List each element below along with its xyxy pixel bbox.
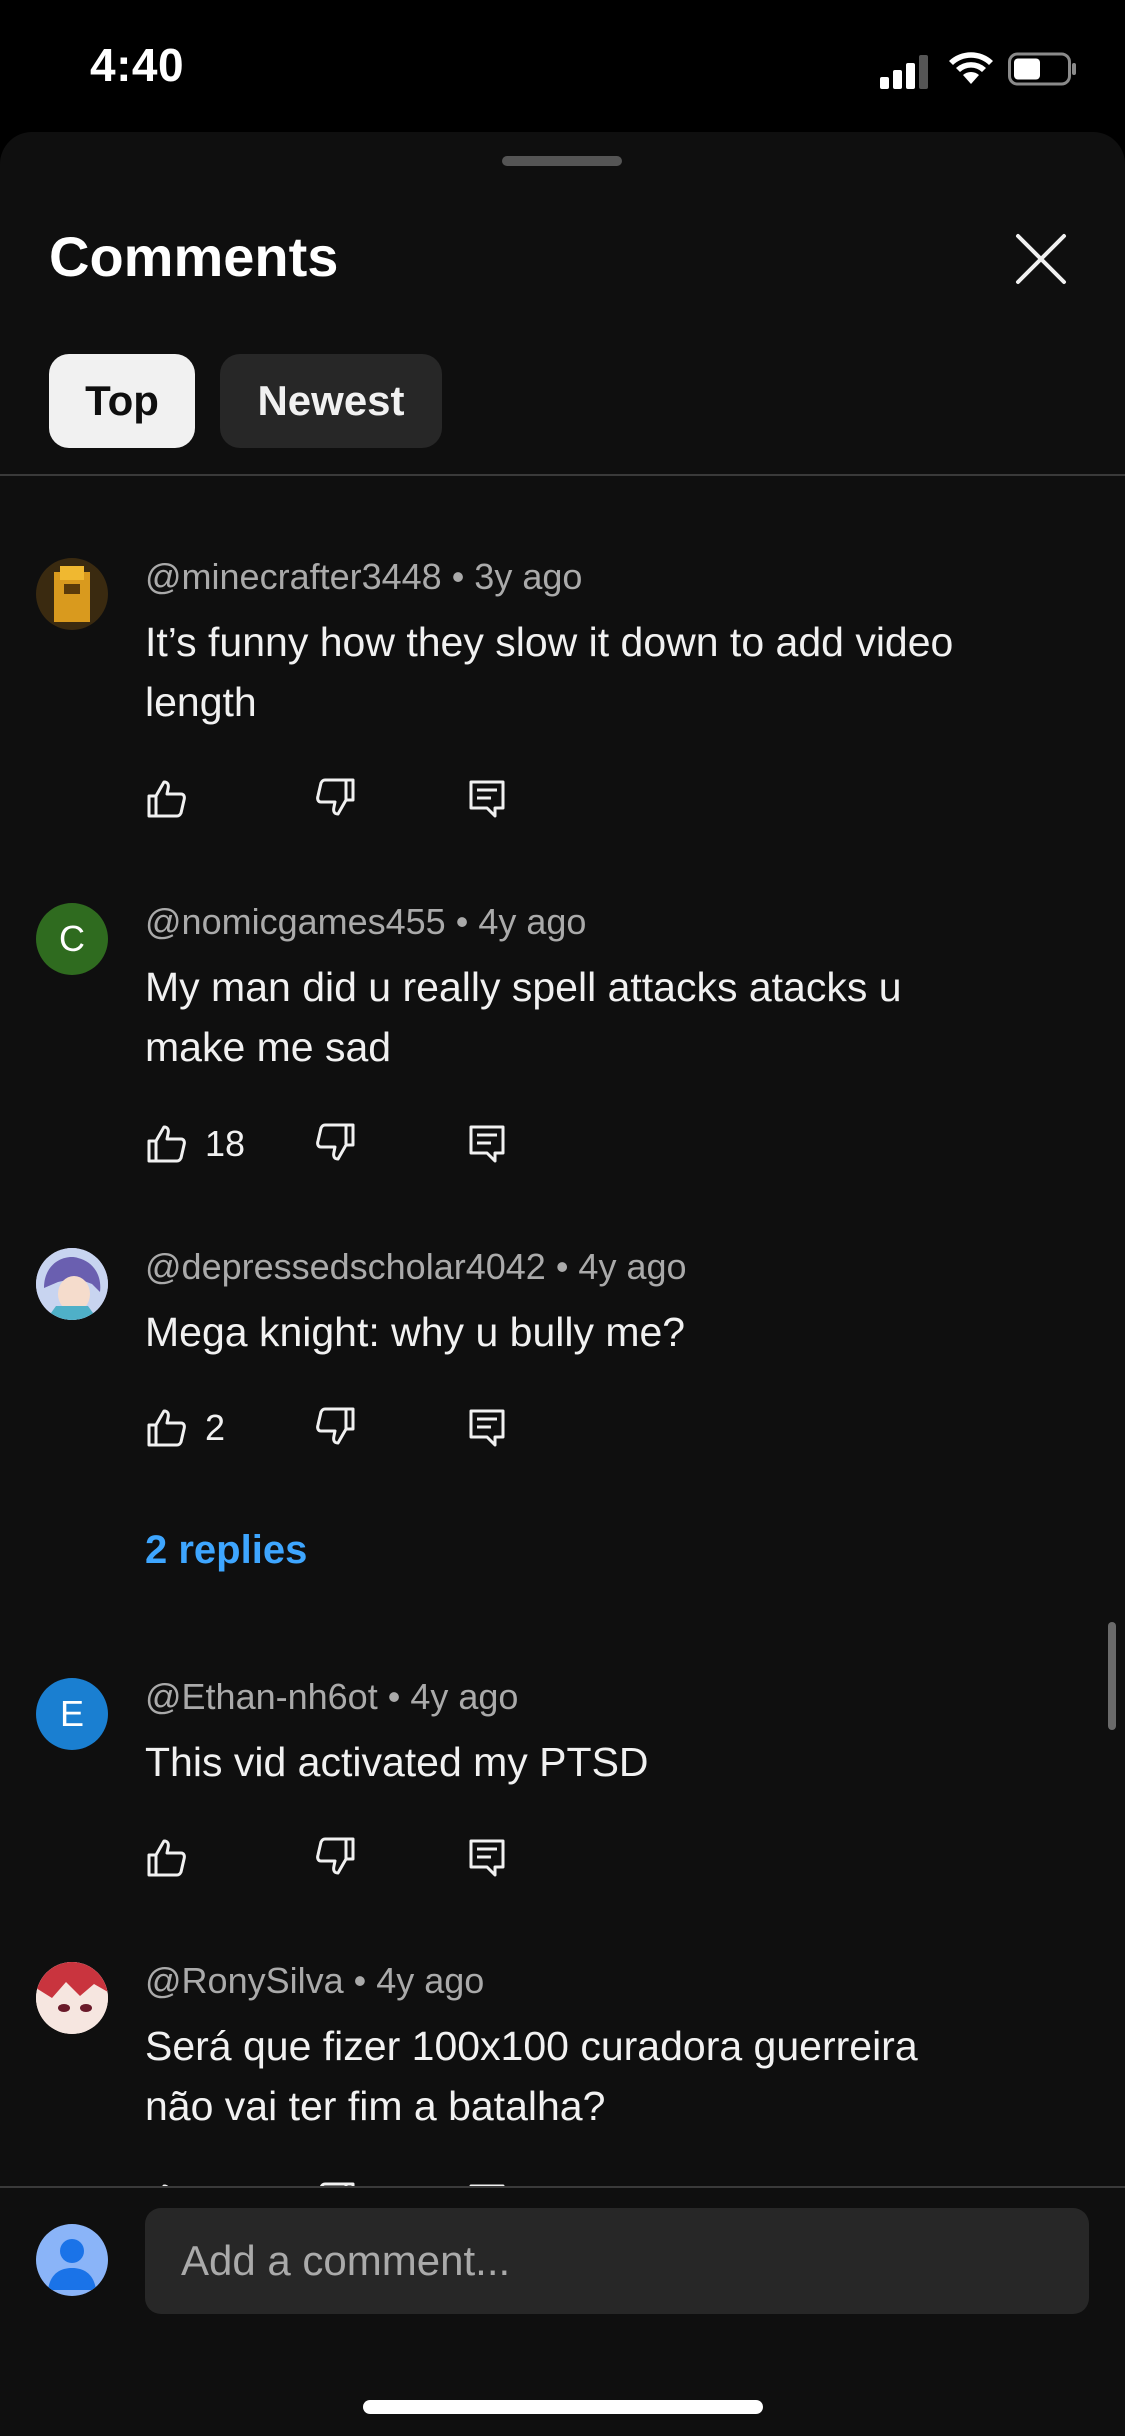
reply-icon[interactable] xyxy=(465,1835,509,1879)
comment-text-line: Mega knight: why u bully me? xyxy=(145,1309,686,1355)
comment-time: 4y ago xyxy=(578,1246,687,1287)
comment-text: This vid activated my PTSD xyxy=(145,1732,1045,1792)
close-icon[interactable] xyxy=(1006,224,1076,294)
add-comment-input[interactable]: Add a comment... xyxy=(145,2208,1089,2314)
comment-author[interactable]: @nomicgames455 xyxy=(145,901,446,942)
user-avatar-icon xyxy=(36,2224,108,2296)
scrollbar[interactable] xyxy=(1108,1622,1116,1730)
thumbs-down-icon[interactable] xyxy=(313,1835,357,1879)
comment-composer: Add a comment... xyxy=(0,2186,1125,2436)
status-bar: 4:40 xyxy=(0,0,1125,130)
avatar[interactable]: E xyxy=(36,1678,108,1750)
comment-text: It’s funny how they slow it down to add … xyxy=(145,612,1045,732)
status-time: 4:40 xyxy=(90,39,185,91)
thumbs-down-icon[interactable] xyxy=(313,1405,357,1449)
like-count: 2 xyxy=(205,1407,226,1448)
comment-text: Será que fizer 100x100 curadora guerreir… xyxy=(145,2016,1045,2136)
comment-author[interactable]: @minecrafter3448 xyxy=(145,556,442,597)
comment-text-line: It’s funny how they slow it down to add … xyxy=(145,619,954,665)
comments-sheet: Comments Top Newest @minecrafter3448 • 3y … xyxy=(0,132,1125,2436)
thumbs-up-icon[interactable] xyxy=(145,1121,189,1165)
thumbs-up-icon[interactable] xyxy=(145,1405,189,1449)
comment-meta: @Ethan-nh6ot • 4y ago xyxy=(145,1676,519,1717)
comment-actions xyxy=(145,1835,545,1895)
header-divider xyxy=(0,474,1125,476)
wifi-icon xyxy=(949,52,993,84)
reply-icon[interactable] xyxy=(465,1121,509,1165)
like-count: 18 xyxy=(205,1123,246,1164)
comment-text-line: não vai ter fim a batalha? xyxy=(145,2083,606,2129)
comment-text-line: My man did u really spell attacks atacks… xyxy=(145,964,902,1010)
cellular-signal-icon xyxy=(880,55,932,89)
view-replies-link[interactable]: 2 replies xyxy=(145,1528,307,1573)
avatar[interactable]: C xyxy=(36,903,108,975)
composer-divider xyxy=(0,2186,1125,2188)
comment-time: 4y ago xyxy=(376,1960,485,2001)
thumbs-up-icon[interactable] xyxy=(145,776,189,820)
comment-actions: 18 xyxy=(145,1121,545,1181)
comment-actions xyxy=(145,776,545,836)
comment-text-line: length xyxy=(145,679,257,725)
comment-author[interactable]: @Ethan-nh6ot xyxy=(145,1676,378,1717)
reply-icon[interactable] xyxy=(465,776,509,820)
comment-author[interactable]: @depressedscholar4042 xyxy=(145,1246,546,1287)
thumbs-up-icon[interactable] xyxy=(145,1835,189,1879)
chip-top[interactable]: Top xyxy=(49,354,195,448)
comment-time: 4y ago xyxy=(410,1676,519,1717)
comment-time: 4y ago xyxy=(478,901,587,942)
comment-text-line: make me sad xyxy=(145,1024,392,1070)
comment-author[interactable]: @RonySilva xyxy=(145,1960,344,2001)
comment-text: Mega knight: why u bully me? xyxy=(145,1302,1045,1362)
comment-text-line: This vid activated my PTSD xyxy=(145,1739,649,1785)
thumbs-down-icon[interactable] xyxy=(313,776,357,820)
comment-text: My man did u really spell attacks atacks… xyxy=(145,957,1045,1077)
comment-actions: 2 xyxy=(145,1405,545,1465)
comment-meta: @depressedscholar4042 • 4y ago xyxy=(145,1246,687,1287)
comment-meta: @nomicgames455 • 4y ago xyxy=(145,901,587,942)
avatar[interactable] xyxy=(36,1962,108,2034)
sheet-title: Comments xyxy=(49,225,339,288)
comment-meta: @RonySilva • 4y ago xyxy=(145,1960,485,2001)
thumbs-down-icon[interactable] xyxy=(313,1121,357,1165)
comment-meta: @minecrafter3448 • 3y ago xyxy=(145,556,583,597)
reply-icon[interactable] xyxy=(465,1405,509,1449)
comment-time: 3y ago xyxy=(474,556,583,597)
battery-icon xyxy=(1008,52,1076,86)
drag-handle[interactable] xyxy=(502,156,622,166)
avatar[interactable] xyxy=(36,1248,108,1320)
home-indicator xyxy=(363,2400,763,2414)
avatar[interactable] xyxy=(36,558,108,630)
chip-newest[interactable]: Newest xyxy=(220,354,442,448)
comment-text-line: Será que fizer 100x100 curadora guerreir… xyxy=(145,2023,918,2069)
